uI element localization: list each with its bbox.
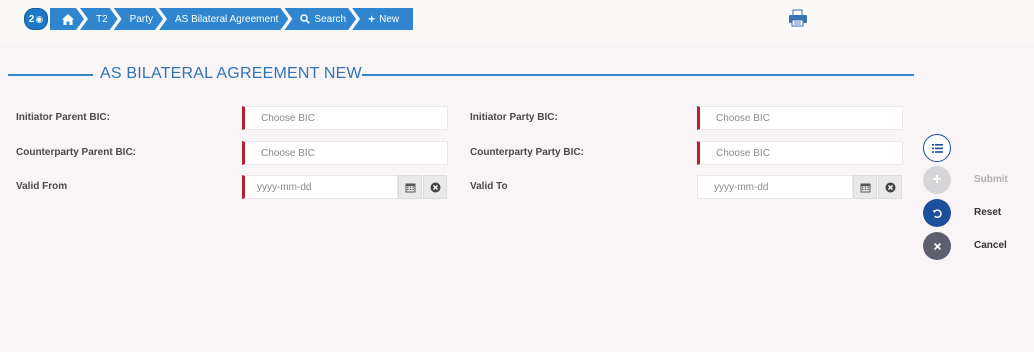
- reset-label: Reset: [974, 207, 1002, 218]
- calendar-icon: [405, 183, 415, 192]
- clear-icon: [885, 182, 895, 192]
- valid-from-label: Valid From: [16, 181, 68, 192]
- breadcrumb-party[interactable]: Party: [114, 8, 163, 30]
- plus-icon: +: [368, 12, 376, 26]
- list-button[interactable]: [923, 134, 951, 162]
- list-icon: [931, 143, 943, 153]
- close-icon: [933, 242, 941, 250]
- cancel-button[interactable]: [923, 232, 951, 260]
- initiator-party-bic-label: Initiator Party BIC:: [470, 112, 558, 123]
- plus-icon: +: [932, 171, 942, 188]
- initiator-parent-bic-label: Initiator Parent BIC:: [16, 112, 110, 123]
- initiator-parent-bic-input[interactable]: [245, 107, 447, 129]
- breadcrumb-t2-label: T2: [96, 13, 108, 25]
- counterparty-parent-bic-input[interactable]: [245, 142, 447, 164]
- eye-icon: ◉: [35, 13, 44, 24]
- section-line-left: [8, 74, 93, 76]
- counterparty-parent-bic-label: Counterparty Parent BIC:: [16, 147, 137, 158]
- undo-icon: [932, 208, 942, 218]
- initiator-party-bic-field: [697, 106, 903, 130]
- valid-to-label: Valid To: [470, 181, 508, 192]
- breadcrumb-search[interactable]: Search: [284, 8, 356, 30]
- valid-to-calendar-button[interactable]: [853, 175, 877, 199]
- breadcrumb: 2 ◉ T2 Party AS Bilateral Agreement Sear…: [24, 8, 414, 30]
- valid-to-input[interactable]: [698, 176, 852, 198]
- breadcrumb-as-bilateral-agreement[interactable]: AS Bilateral Agreement: [159, 8, 288, 30]
- counterparty-party-bic-label: Counterparty Party BIC:: [470, 147, 584, 158]
- search-icon: [300, 14, 310, 24]
- breadcrumb-as-bilateral-agreement-label: AS Bilateral Agreement: [175, 13, 279, 25]
- breadcrumb-new[interactable]: + New: [352, 8, 414, 30]
- calendar-icon: [860, 183, 870, 192]
- breadcrumb-party-label: Party: [129, 13, 154, 25]
- cancel-label: Cancel: [974, 240, 1007, 251]
- breadcrumb-search-label: Search: [314, 13, 347, 25]
- reset-button[interactable]: [923, 199, 951, 227]
- history-count: 2: [28, 13, 35, 25]
- submit-label: Submit: [974, 174, 1008, 185]
- initiator-party-bic-input[interactable]: [700, 107, 902, 129]
- section-line-right: [362, 74, 914, 76]
- valid-from-clear-button[interactable]: [423, 175, 447, 199]
- valid-from-field: [242, 175, 398, 199]
- initiator-parent-bic-field: [242, 106, 448, 130]
- submit-button[interactable]: +: [923, 166, 951, 194]
- valid-to-field: [697, 175, 853, 199]
- printer-icon[interactable]: [788, 9, 808, 27]
- counterparty-party-bic-input[interactable]: [700, 142, 902, 164]
- home-icon: [62, 14, 74, 25]
- valid-from-input[interactable]: [245, 176, 397, 198]
- valid-to-clear-button[interactable]: [878, 175, 902, 199]
- page-title: AS BILATERAL AGREEMENT NEW: [100, 65, 362, 82]
- counterparty-party-bic-field: [697, 141, 903, 165]
- breadcrumb-home[interactable]: [50, 8, 84, 30]
- clear-icon: [430, 182, 440, 192]
- counterparty-parent-bic-field: [242, 141, 448, 165]
- history-badge[interactable]: 2 ◉: [24, 8, 48, 30]
- valid-from-calendar-button[interactable]: [398, 175, 422, 199]
- breadcrumb-new-label: New: [379, 13, 400, 25]
- breadcrumb-t2[interactable]: T2: [80, 8, 118, 30]
